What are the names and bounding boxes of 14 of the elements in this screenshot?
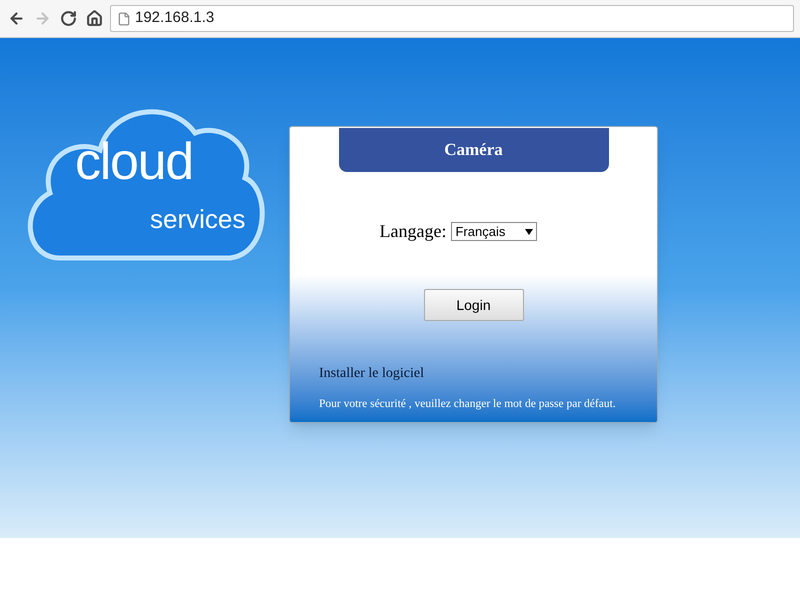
dropdown-arrow-icon (525, 228, 534, 234)
security-notice: Pour votre sécurité , veuillez changer le mot de passe par défaut. (319, 397, 617, 412)
address-text: 192.168.1.3 (135, 8, 214, 28)
install-software-link[interactable]: Installer le logiciel (319, 363, 628, 384)
logo-title: cloud (75, 136, 193, 188)
language-select[interactable]: Français (451, 222, 538, 241)
home-icon[interactable] (84, 8, 104, 28)
reload-icon[interactable] (58, 8, 78, 28)
login-button[interactable]: Login (424, 289, 524, 321)
address-bar[interactable]: 192.168.1.3 (110, 5, 794, 32)
page-icon (117, 12, 131, 26)
logo-subtitle: services (150, 206, 246, 232)
language-label: Langage: (380, 220, 446, 243)
header-title: Caméra (444, 139, 503, 162)
